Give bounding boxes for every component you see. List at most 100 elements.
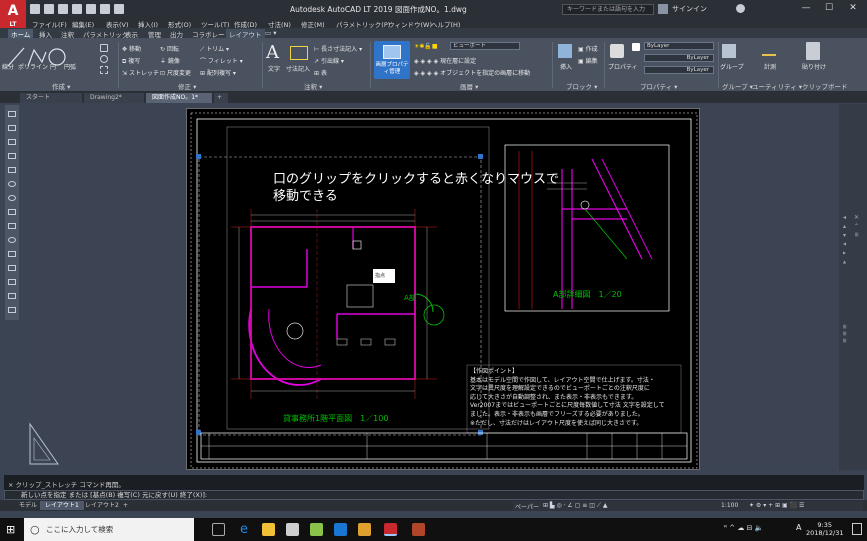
annotation-panel-label[interactable]: 注釈 ▾ xyxy=(304,81,322,91)
group-panel-label[interactable]: グループ ▾ xyxy=(722,81,753,91)
minimize-button[interactable]: — xyxy=(795,2,817,15)
tool-point-icon[interactable] xyxy=(8,279,16,285)
status-right-icons[interactable]: ✦ ⚙ ▾ + ⊞ ▣ ⬛ ☰ xyxy=(749,502,804,509)
tool-cloud-icon[interactable] xyxy=(8,209,16,215)
binoculars-icon[interactable] xyxy=(658,4,668,14)
modify-panel-label[interactable]: 修正 ▾ xyxy=(178,81,196,91)
paste-button[interactable]: 貼り付け xyxy=(802,62,826,71)
notification-icon[interactable] xyxy=(852,523,862,535)
new-file-icon[interactable] xyxy=(30,4,40,14)
measure-button[interactable]: 計測 xyxy=(764,62,776,71)
create-block-button[interactable]: ▣ 作成 xyxy=(578,44,598,53)
tool-polygon-icon[interactable] xyxy=(8,153,16,159)
paper-space-toggle[interactable]: ペーパー xyxy=(515,502,539,511)
paste-icon[interactable] xyxy=(806,42,820,60)
tool-ellipse-icon[interactable] xyxy=(8,237,16,243)
layout-paper[interactable]: 口のグリップをクリックすると赤くなりマウスで 移動できる 貸事務所1階平面図 1… xyxy=(186,108,700,470)
search-input[interactable]: キーワードまたは語句を入力 xyxy=(562,4,654,15)
close-button[interactable]: ✕ xyxy=(842,2,864,15)
rectangle-icon[interactable] xyxy=(100,44,108,52)
mirror-button[interactable]: ⏚ 鏡像 xyxy=(160,56,180,65)
tool-block-icon[interactable] xyxy=(8,265,16,271)
dimension-button[interactable]: 寸法記入 xyxy=(286,64,310,73)
layer-properties-button[interactable]: 画層プロパティ管理 xyxy=(374,41,410,79)
leader-button[interactable]: ↗ 引出線 ▾ xyxy=(314,56,344,65)
ellipse-icon[interactable] xyxy=(100,55,108,63)
windows-start-icon[interactable]: ⊞ xyxy=(6,524,17,535)
scale-button[interactable]: ⊡ 尺度変更 xyxy=(160,68,191,77)
move-button[interactable]: ✥ 移動 xyxy=(122,44,141,53)
new-tab-button[interactable]: + xyxy=(214,93,228,103)
tab-layout1[interactable]: レイアウト1 xyxy=(40,501,84,510)
add-layout-button[interactable]: + xyxy=(118,501,133,510)
tool-palette-tab[interactable]: ≡ ≡ ≡ xyxy=(841,324,848,343)
store-icon[interactable] xyxy=(310,523,323,536)
tool-spline-icon[interactable] xyxy=(8,223,16,229)
color-dropdown[interactable]: ByLayer xyxy=(644,42,714,50)
command-input[interactable]: 新しい点を指定 または [基点(B) 複写(C) 元に戻す(U) 終了(X)]: xyxy=(4,490,864,500)
status-tool-icons[interactable]: ⊞ ▙ ◎ · ∠ ▢ ≡ ◫ ⟋ ▲ xyxy=(543,502,608,510)
clipboard-panel-label[interactable]: クリップボード xyxy=(802,81,848,91)
help-icon[interactable] xyxy=(736,4,745,13)
edge-icon[interactable]: e xyxy=(240,523,253,536)
tool-circle-icon[interactable] xyxy=(8,195,16,201)
text-button[interactable]: 文字 xyxy=(268,64,280,73)
trim-button[interactable]: ⟋ トリム ▾ xyxy=(200,44,229,54)
linear-dim-button[interactable]: ⊢ 長さ寸法記入 ▾ xyxy=(314,44,362,53)
task-view-icon[interactable] xyxy=(212,523,225,536)
tool-rectangle-icon[interactable] xyxy=(8,167,16,173)
ime-indicator[interactable]: A xyxy=(796,523,801,532)
match-properties-icon[interactable] xyxy=(610,44,624,58)
layer-dropdown[interactable]: ビューポート xyxy=(450,42,520,50)
open-file-icon[interactable] xyxy=(44,4,54,14)
circle-button[interactable]: 円 xyxy=(50,62,56,71)
tool-arc-icon[interactable] xyxy=(8,181,16,187)
palette-tab-icon[interactable]: ◂ ▴ ▾ ◂ ▸ ▴ xyxy=(841,214,848,266)
explorer-icon[interactable] xyxy=(262,523,275,536)
taskbar-search-input[interactable]: ○ ここに入力して検索 xyxy=(24,518,194,541)
plot-icon[interactable] xyxy=(86,4,96,14)
array-button[interactable]: ⊞ 配列複写 ▾ xyxy=(200,68,236,77)
match-properties-button[interactable]: プロパティ xyxy=(608,62,638,71)
doc-tab-drawing2[interactable]: Drawing2* xyxy=(84,93,144,103)
hatch-icon[interactable] xyxy=(100,66,108,74)
line-button[interactable]: 線分 xyxy=(2,62,14,71)
group-icon[interactable] xyxy=(722,44,736,58)
measure-icon[interactable] xyxy=(762,46,776,56)
tool-polyline-icon[interactable] xyxy=(8,139,16,145)
tool-line-icon[interactable] xyxy=(8,111,16,117)
autocad-taskbar-icon[interactable] xyxy=(384,523,397,536)
lineweight-dropdown[interactable]: ByLayer xyxy=(644,66,714,74)
taskbar-clock[interactable]: 9:35 2018/12/31 xyxy=(806,521,843,537)
tool-xline-icon[interactable] xyxy=(8,125,16,131)
redo-icon[interactable] xyxy=(114,4,124,14)
save-icon[interactable] xyxy=(58,4,68,14)
layers-panel-label[interactable]: 画層 ▾ xyxy=(460,81,478,91)
system-tray-icons[interactable]: ᴿ ^ ☁ ⊟ 🔈 xyxy=(724,524,763,532)
polyline-button[interactable]: ポリライン xyxy=(18,62,48,71)
stretch-button[interactable]: ⇲ ストレッチ xyxy=(122,68,159,77)
group-button[interactable]: グループ xyxy=(720,62,744,71)
rotate-button[interactable]: ↻ 回転 xyxy=(160,44,179,53)
doc-tab-start[interactable]: スタート xyxy=(20,93,82,103)
tool-insert-icon[interactable] xyxy=(8,251,16,257)
properties-panel-label[interactable]: プロパティ ▾ xyxy=(640,81,677,91)
dimension-icon[interactable] xyxy=(290,46,308,60)
move-to-layer-button[interactable]: ◈ ◈ ◈ ◈ オブジェクトを指定の画層に移動 xyxy=(414,68,530,77)
doc-tab-active[interactable]: 図面作成NO。1* xyxy=(146,93,212,103)
annotation-scale[interactable]: 1:100 xyxy=(721,502,738,509)
app-icon[interactable] xyxy=(334,523,347,536)
palette-controls-icon[interactable]: ✕ ⌃ ≡ xyxy=(853,214,860,237)
tool-hatch-icon[interactable] xyxy=(8,293,16,299)
color-swatch-icon[interactable] xyxy=(632,43,640,51)
edit-block-button[interactable]: ▣ 編集 xyxy=(578,56,598,65)
insert-block-icon[interactable] xyxy=(558,44,572,58)
media-icon[interactable] xyxy=(358,523,371,536)
save-as-icon[interactable] xyxy=(72,4,82,14)
text-icon[interactable]: A xyxy=(266,42,279,63)
undo-icon[interactable] xyxy=(100,4,110,14)
set-current-button[interactable]: ◈ ◈ ◈ ◈ 現在層に設定 xyxy=(414,56,476,65)
table-button[interactable]: ⊞ 表 xyxy=(314,68,327,77)
utilities-panel-label[interactable]: ユーティリティ ▾ xyxy=(752,81,802,91)
maximize-button[interactable]: ☐ xyxy=(818,2,840,15)
